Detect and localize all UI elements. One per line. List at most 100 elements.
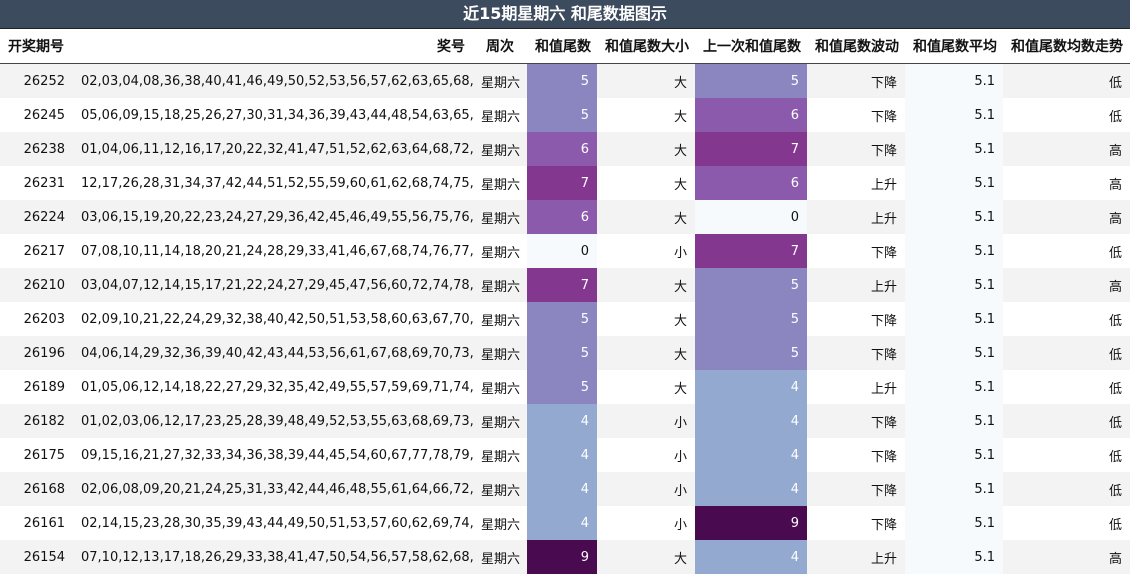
table-title: 近15期星期六 和尾数据图示 xyxy=(0,0,1130,29)
cell-trend: 低 xyxy=(1003,370,1130,404)
cell-tail: 7 xyxy=(527,166,597,200)
cell-wave: 下降 xyxy=(807,98,905,132)
cell-trend: 低 xyxy=(1003,234,1130,268)
cell-avg: 5.1 xyxy=(905,438,1003,472)
header-row: 开奖期号 奖号 周次 和值尾数 和值尾数大小 上一次和值尾数 和值尾数波动 和值… xyxy=(0,29,1130,64)
cell-wave: 下降 xyxy=(807,438,905,472)
cell-avg: 5.1 xyxy=(905,63,1003,98)
cell-tail: 4 xyxy=(527,404,597,438)
cell-trend: 低 xyxy=(1003,404,1130,438)
cell-avg: 5.1 xyxy=(905,336,1003,370)
cell-trend: 高 xyxy=(1003,200,1130,234)
cell-prev-tail: 4 xyxy=(695,472,807,506)
cell-avg: 5.1 xyxy=(905,132,1003,166)
cell-avg: 5.1 xyxy=(905,472,1003,506)
cell-issue: 26196 xyxy=(0,336,73,370)
cell-weekday: 星期六 xyxy=(473,506,527,540)
cell-numbers: 05,06,09,15,18,25,26,27,30,31,34,36,39,4… xyxy=(73,98,473,132)
cell-size: 小 xyxy=(597,404,695,438)
header-size: 和值尾数大小 xyxy=(597,29,695,64)
cell-weekday: 星期六 xyxy=(473,302,527,336)
cell-weekday: 星期六 xyxy=(473,404,527,438)
cell-size: 小 xyxy=(597,438,695,472)
cell-trend: 高 xyxy=(1003,268,1130,302)
cell-avg: 5.1 xyxy=(905,268,1003,302)
cell-wave: 下降 xyxy=(807,336,905,370)
cell-prev-tail: 9 xyxy=(695,506,807,540)
cell-avg: 5.1 xyxy=(905,200,1003,234)
cell-size: 大 xyxy=(597,200,695,234)
cell-avg: 5.1 xyxy=(905,404,1003,438)
cell-tail: 0 xyxy=(527,234,597,268)
cell-tail: 4 xyxy=(527,438,597,472)
cell-prev-tail: 6 xyxy=(695,166,807,200)
cell-issue: 26238 xyxy=(0,132,73,166)
cell-numbers: 02,14,15,23,28,30,35,39,43,44,49,50,51,5… xyxy=(73,506,473,540)
cell-tail: 6 xyxy=(527,132,597,166)
cell-prev-tail: 4 xyxy=(695,404,807,438)
cell-numbers: 02,03,04,08,36,38,40,41,46,49,50,52,53,5… xyxy=(73,63,473,98)
cell-tail: 5 xyxy=(527,63,597,98)
cell-prev-tail: 6 xyxy=(695,98,807,132)
table-row: 26196 04,06,14,29,32,36,39,40,42,43,44,53… xyxy=(0,336,1130,370)
cell-weekday: 星期六 xyxy=(473,336,527,370)
cell-wave: 下降 xyxy=(807,234,905,268)
cell-numbers: 02,06,08,09,20,21,24,25,31,33,42,44,46,4… xyxy=(73,472,473,506)
cell-size: 小 xyxy=(597,234,695,268)
cell-trend: 高 xyxy=(1003,132,1130,166)
cell-issue: 26245 xyxy=(0,98,73,132)
cell-prev-tail: 4 xyxy=(695,438,807,472)
cell-weekday: 星期六 xyxy=(473,540,527,574)
header-issue: 开奖期号 xyxy=(0,29,73,64)
cell-prev-tail: 5 xyxy=(695,268,807,302)
cell-tail: 5 xyxy=(527,302,597,336)
cell-trend: 高 xyxy=(1003,166,1130,200)
cell-numbers: 02,09,10,21,22,24,29,32,38,40,42,50,51,5… xyxy=(73,302,473,336)
cell-trend: 低 xyxy=(1003,98,1130,132)
cell-tail: 5 xyxy=(527,98,597,132)
table-row: 26252 02,03,04,08,36,38,40,41,46,49,50,52… xyxy=(0,63,1130,98)
table-row: 26238 01,04,06,11,12,16,17,20,22,32,41,47… xyxy=(0,132,1130,166)
cell-trend: 低 xyxy=(1003,336,1130,370)
header-weekday: 周次 xyxy=(473,29,527,64)
header-numbers: 奖号 xyxy=(73,29,473,64)
table-row: 26189 01,05,06,12,14,18,22,27,29,32,35,42… xyxy=(0,370,1130,404)
cell-weekday: 星期六 xyxy=(473,268,527,302)
header-trend: 和值尾数均数走势 xyxy=(1003,29,1130,64)
cell-weekday: 星期六 xyxy=(473,438,527,472)
cell-size: 大 xyxy=(597,166,695,200)
header-avg: 和值尾数平均 xyxy=(905,29,1003,64)
cell-prev-tail: 7 xyxy=(695,234,807,268)
cell-weekday: 星期六 xyxy=(473,200,527,234)
cell-issue: 26161 xyxy=(0,506,73,540)
cell-size: 小 xyxy=(597,506,695,540)
cell-issue: 26168 xyxy=(0,472,73,506)
cell-issue: 26231 xyxy=(0,166,73,200)
cell-numbers: 01,04,06,11,12,16,17,20,22,32,41,47,51,5… xyxy=(73,132,473,166)
cell-prev-tail: 5 xyxy=(695,63,807,98)
cell-size: 大 xyxy=(597,540,695,574)
table-row: 26217 07,08,10,11,14,18,20,21,24,28,29,33… xyxy=(0,234,1130,268)
header-tail: 和值尾数 xyxy=(527,29,597,64)
cell-tail: 7 xyxy=(527,268,597,302)
cell-tail: 6 xyxy=(527,200,597,234)
table-row: 26168 02,06,08,09,20,21,24,25,31,33,42,44… xyxy=(0,472,1130,506)
cell-trend: 高 xyxy=(1003,540,1130,574)
cell-prev-tail: 4 xyxy=(695,540,807,574)
cell-numbers: 09,15,16,21,27,32,33,34,36,38,39,44,45,5… xyxy=(73,438,473,472)
table-row: 26231 12,17,26,28,31,34,37,42,44,51,52,55… xyxy=(0,166,1130,200)
cell-avg: 5.1 xyxy=(905,234,1003,268)
cell-numbers: 04,06,14,29,32,36,39,40,42,43,44,53,56,6… xyxy=(73,336,473,370)
cell-issue: 26189 xyxy=(0,370,73,404)
cell-weekday: 星期六 xyxy=(473,370,527,404)
table-row: 26224 03,06,15,19,20,22,23,24,27,29,36,42… xyxy=(0,200,1130,234)
cell-numbers: 01,02,03,06,12,17,23,25,28,39,48,49,52,5… xyxy=(73,404,473,438)
cell-avg: 5.1 xyxy=(905,370,1003,404)
cell-numbers: 12,17,26,28,31,34,37,42,44,51,52,55,59,6… xyxy=(73,166,473,200)
cell-wave: 下降 xyxy=(807,472,905,506)
table-row: 26175 09,15,16,21,27,32,33,34,36,38,39,44… xyxy=(0,438,1130,472)
cell-size: 大 xyxy=(597,268,695,302)
cell-tail: 5 xyxy=(527,370,597,404)
table-row: 26154 07,10,12,13,17,18,26,29,33,38,41,47… xyxy=(0,540,1130,574)
cell-wave: 下降 xyxy=(807,404,905,438)
